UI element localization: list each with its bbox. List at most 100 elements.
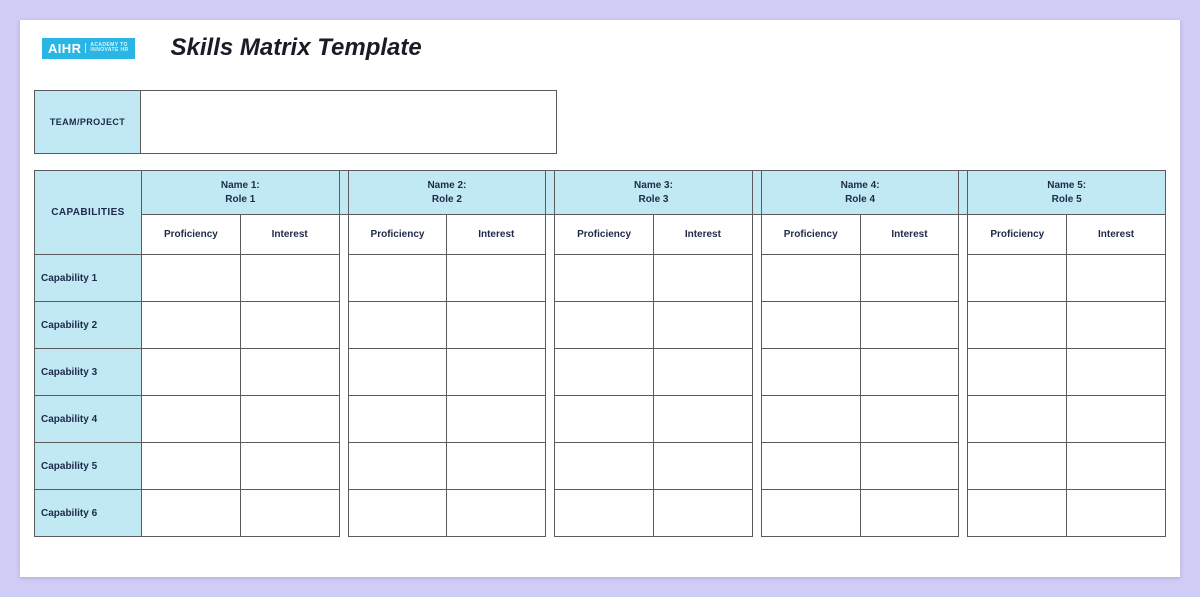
- interest-cell[interactable]: [1067, 255, 1166, 302]
- interest-cell[interactable]: [860, 396, 959, 443]
- gap: [959, 255, 968, 302]
- subhead-interest: Interest: [240, 215, 339, 255]
- table-row: CAPABILITIES Name 1: Role 1 Name 2: Role…: [35, 171, 1166, 215]
- gap: [752, 302, 761, 349]
- interest-cell[interactable]: [653, 255, 752, 302]
- proficiency-cell[interactable]: [555, 255, 654, 302]
- proficiency-cell[interactable]: [142, 443, 241, 490]
- proficiency-cell[interactable]: [142, 396, 241, 443]
- proficiency-cell[interactable]: [348, 396, 447, 443]
- proficiency-cell[interactable]: [761, 255, 860, 302]
- interest-cell[interactable]: [240, 349, 339, 396]
- gap: [752, 349, 761, 396]
- interest-cell[interactable]: [1067, 443, 1166, 490]
- interest-cell[interactable]: [240, 490, 339, 537]
- gap: [546, 302, 555, 349]
- proficiency-cell[interactable]: [555, 302, 654, 349]
- proficiency-cell[interactable]: [142, 302, 241, 349]
- gap: [339, 171, 348, 215]
- interest-cell[interactable]: [447, 349, 546, 396]
- proficiency-cell[interactable]: [761, 443, 860, 490]
- interest-cell[interactable]: [240, 443, 339, 490]
- subhead-interest: Interest: [1067, 215, 1166, 255]
- team-project-input[interactable]: [141, 90, 557, 154]
- proficiency-cell[interactable]: [348, 443, 447, 490]
- proficiency-cell[interactable]: [968, 349, 1067, 396]
- interest-cell[interactable]: [860, 490, 959, 537]
- proficiency-cell[interactable]: [348, 490, 447, 537]
- subhead-interest: Interest: [860, 215, 959, 255]
- logo-subtext: ACADEMY TO INNOVATE HR: [85, 43, 128, 53]
- interest-cell[interactable]: [860, 349, 959, 396]
- interest-cell[interactable]: [653, 490, 752, 537]
- interest-cell[interactable]: [1067, 349, 1166, 396]
- document-header: AIHR ACADEMY TO INNOVATE HR Skills Matri…: [42, 34, 1166, 62]
- interest-cell[interactable]: [447, 302, 546, 349]
- proficiency-cell[interactable]: [968, 490, 1067, 537]
- proficiency-cell[interactable]: [968, 255, 1067, 302]
- interest-cell[interactable]: [240, 396, 339, 443]
- interest-cell[interactable]: [653, 396, 752, 443]
- interest-cell[interactable]: [447, 490, 546, 537]
- interest-cell[interactable]: [653, 302, 752, 349]
- interest-cell[interactable]: [1067, 396, 1166, 443]
- gap: [959, 396, 968, 443]
- proficiency-cell[interactable]: [555, 349, 654, 396]
- interest-cell[interactable]: [240, 255, 339, 302]
- proficiency-cell[interactable]: [968, 396, 1067, 443]
- gap: [752, 443, 761, 490]
- interest-cell[interactable]: [1067, 302, 1166, 349]
- proficiency-cell[interactable]: [968, 443, 1067, 490]
- interest-cell[interactable]: [860, 302, 959, 349]
- subhead-proficiency: Proficiency: [348, 215, 447, 255]
- aihr-logo: AIHR ACADEMY TO INNOVATE HR: [42, 38, 135, 59]
- proficiency-cell[interactable]: [142, 349, 241, 396]
- team-project-label: TEAM/PROJECT: [34, 90, 141, 154]
- capability-label: Capability 4: [35, 396, 142, 443]
- capability-label: Capability 5: [35, 443, 142, 490]
- proficiency-cell[interactable]: [348, 255, 447, 302]
- proficiency-cell[interactable]: [555, 490, 654, 537]
- gap: [752, 255, 761, 302]
- interest-cell[interactable]: [653, 443, 752, 490]
- interest-cell[interactable]: [653, 349, 752, 396]
- proficiency-cell[interactable]: [761, 302, 860, 349]
- interest-cell[interactable]: [860, 443, 959, 490]
- gap: [339, 490, 348, 537]
- interest-cell[interactable]: [860, 255, 959, 302]
- gap: [959, 171, 968, 215]
- table-row: Capability 6: [35, 490, 1166, 537]
- interest-cell[interactable]: [1067, 490, 1166, 537]
- capability-label: Capability 1: [35, 255, 142, 302]
- gap: [339, 443, 348, 490]
- gap: [546, 349, 555, 396]
- page-title: Skills Matrix Template: [171, 34, 422, 62]
- gap: [546, 490, 555, 537]
- proficiency-cell[interactable]: [761, 349, 860, 396]
- gap: [546, 443, 555, 490]
- gap: [959, 443, 968, 490]
- table-row: Proficiency Interest Proficiency Interes…: [35, 215, 1166, 255]
- proficiency-cell[interactable]: [348, 349, 447, 396]
- member-header-4: Name 4: Role 4: [761, 171, 959, 215]
- proficiency-cell[interactable]: [142, 255, 241, 302]
- proficiency-cell[interactable]: [555, 396, 654, 443]
- subhead-proficiency: Proficiency: [761, 215, 860, 255]
- subhead-proficiency: Proficiency: [968, 215, 1067, 255]
- gap: [339, 349, 348, 396]
- interest-cell[interactable]: [447, 396, 546, 443]
- interest-cell[interactable]: [240, 302, 339, 349]
- proficiency-cell[interactable]: [761, 490, 860, 537]
- table-row: Capability 1: [35, 255, 1166, 302]
- capabilities-heading: CAPABILITIES: [35, 171, 142, 255]
- proficiency-cell[interactable]: [142, 490, 241, 537]
- proficiency-cell[interactable]: [968, 302, 1067, 349]
- proficiency-cell[interactable]: [761, 396, 860, 443]
- interest-cell[interactable]: [447, 255, 546, 302]
- interest-cell[interactable]: [447, 443, 546, 490]
- gap: [752, 171, 761, 215]
- proficiency-cell[interactable]: [348, 302, 447, 349]
- gap: [959, 349, 968, 396]
- member-header-5: Name 5: Role 5: [968, 171, 1166, 215]
- proficiency-cell[interactable]: [555, 443, 654, 490]
